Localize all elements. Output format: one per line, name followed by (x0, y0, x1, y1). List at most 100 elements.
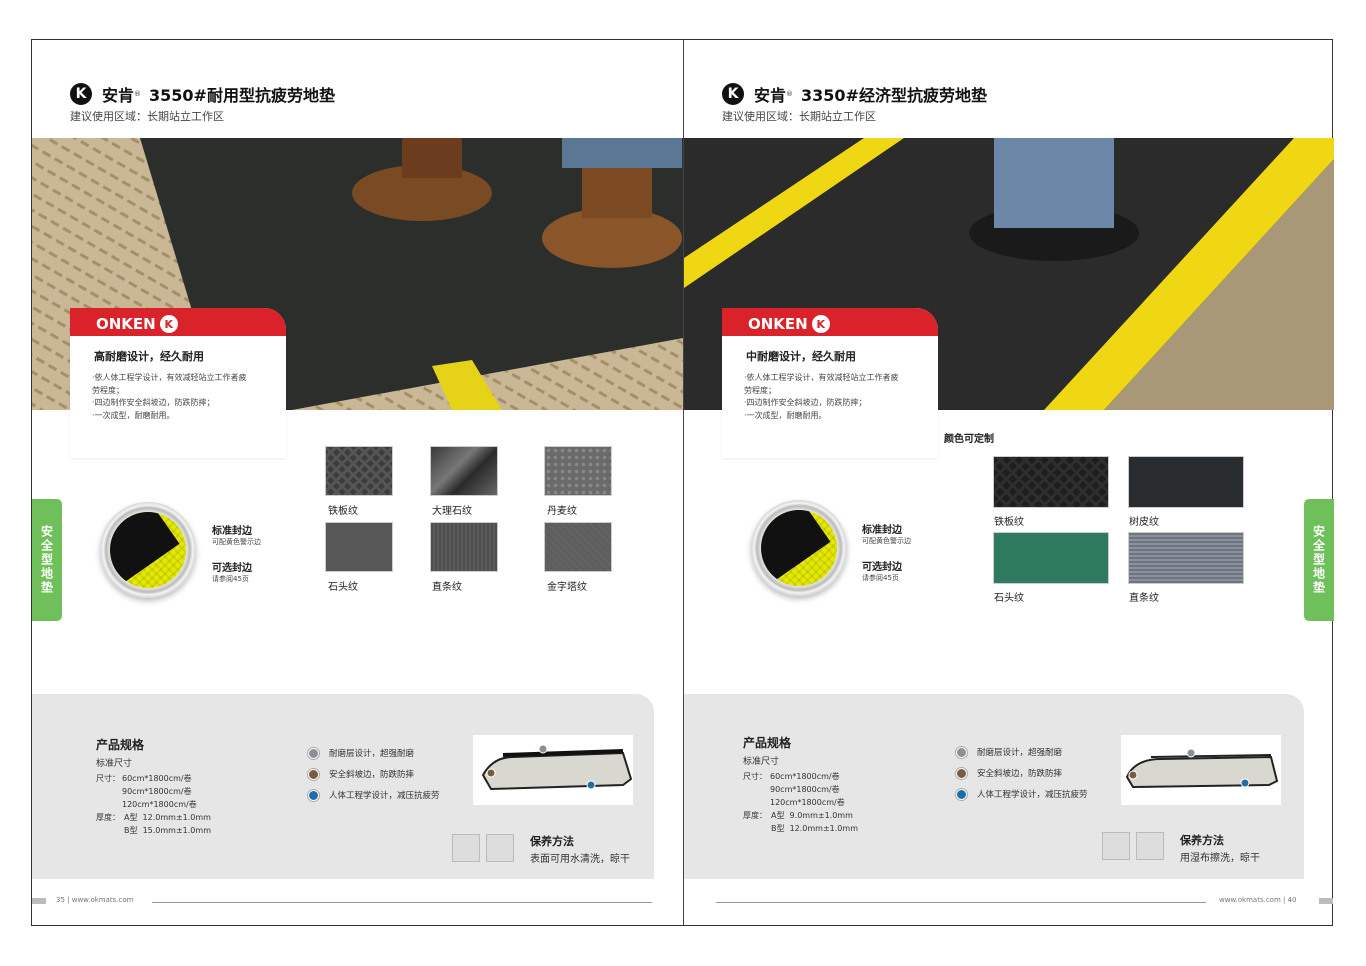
care-text: 用湿布擦洗，晾干 (1180, 853, 1260, 864)
spec-title: 产品规格 (743, 736, 792, 750)
standard-edge-note: 可配黄色警示边 (212, 538, 261, 546)
feature-text: 安全斜坡边，防跌防摔 (977, 769, 1063, 779)
registered-mark: ® (134, 90, 142, 98)
feature-dot-icon (956, 767, 967, 779)
card-description: ·依人体工程学设计，有效减轻站立工作者疲 劳程度； ·四边制作安全斜坡边，防跌防… (744, 372, 924, 422)
swatch-pyramid (544, 522, 612, 572)
onken-banner: ONKEN K (70, 308, 286, 336)
onken-k-icon: K (811, 315, 830, 333)
spec-title: 产品规格 (96, 738, 145, 752)
feature-dot-icon (956, 746, 967, 758)
feature-item: 人体工程学设计，减压抗疲劳 (308, 789, 440, 801)
swatch-stone (325, 522, 393, 572)
swatch-stone (993, 532, 1109, 584)
feature-text: 耐磨层设计，超强耐磨 (329, 749, 415, 759)
swatch-label: 石头纹 (328, 582, 358, 593)
care-dry-icon (1136, 832, 1164, 860)
optional-edge-label: 可选封边 (862, 562, 902, 573)
left-page: K 安肯 ® 3550#耐用型抗疲劳地垫 建议使用区域：长期站立工作区 ONKE… (32, 40, 683, 925)
feature-dot-icon (308, 747, 319, 759)
left-title-row: K 安肯 ® 3550#耐用型抗疲劳地垫 (70, 82, 335, 106)
cross-section-diagram (473, 735, 633, 805)
feature-item: 安全斜坡边，防跌防摔 (956, 767, 1062, 779)
left-brand: 安肯 (102, 86, 135, 105)
card-heading: 高耐磨设计，经久耐用 (94, 350, 204, 363)
standard-edge-label: 标准封边 (862, 525, 902, 536)
feature-item: 安全斜坡边，防跌防摔 (308, 768, 414, 780)
swatch-label: 直条纹 (432, 582, 462, 593)
size-value: 60cm*1800cm/卷 (770, 772, 840, 781)
swatch-label: 树皮纹 (1129, 517, 1159, 528)
swatch-label: 金字塔纹 (547, 582, 587, 593)
feature-text: 安全斜坡边，防跌防摔 (329, 770, 415, 780)
swatch-label: 大理石纹 (432, 506, 472, 517)
color-customizable-title: 颜色可定制 (944, 434, 994, 445)
feature-item: 耐磨层设计，超强耐磨 (308, 747, 414, 759)
size-value: 120cm*1800cm/卷 (122, 800, 197, 809)
swatch-label: 铁板纹 (994, 517, 1024, 528)
swatch-diamond-plate (325, 446, 393, 496)
size-value: 90cm*1800cm/卷 (122, 787, 192, 796)
feature-item: 耐磨层设计，超强耐磨 (956, 746, 1062, 758)
swatch-straight-rib (1128, 532, 1244, 584)
cross-section-diagram (1121, 735, 1281, 805)
right-page: K 安肯 ® 3350#经济型抗疲劳地垫 建议使用区域：长期站立工作区 ONKE… (683, 40, 1334, 925)
standard-edge-note: 可配黄色警示边 (862, 537, 911, 545)
k-logo-icon: K (70, 83, 92, 105)
size-value: 60cm*1800cm/卷 (122, 774, 192, 783)
thickness-label: 厚度： (96, 813, 120, 822)
swatch-label: 丹麦纹 (547, 506, 577, 517)
swatch-danish (544, 446, 612, 496)
care-title: 保养方法 (530, 835, 574, 848)
edge-sample-icon (751, 500, 847, 596)
left-info-card: ONKEN K 高耐磨设计，经久耐用 ·依人体工程学设计，有效减轻站立工作者疲 … (70, 308, 286, 458)
feature-dot-icon (308, 789, 319, 801)
registered-mark: ® (786, 90, 794, 98)
feature-dot-icon (956, 788, 967, 800)
right-subtitle: 建议使用区域：长期站立工作区 (722, 110, 876, 123)
thickness-label: 厚度： (743, 811, 767, 820)
thickness-value: A型 9.0mm±1.0mm (771, 811, 853, 820)
shoe-illustration (969, 138, 1139, 261)
card-line: ·一次成型，耐磨耐用。 (92, 410, 175, 420)
card-line: ·四边制作安全斜坡边，防跌防摔； (92, 398, 215, 407)
card-line: 劳程度； (744, 385, 776, 395)
care-text: 表面可用水清洗，晾干 (530, 854, 630, 865)
swatch-marble (430, 446, 498, 496)
left-footer: 35 | www.okmats.com (56, 896, 134, 904)
swatch-label: 石头纹 (994, 593, 1024, 604)
right-product-title: 3350#经济型抗疲劳地垫 (801, 86, 987, 105)
optional-edge-note: 请参阅45页 (212, 575, 249, 583)
card-line: 劳程度； (92, 385, 124, 395)
size-label: 尺寸： (96, 774, 120, 783)
thickness-value: A型 12.0mm±1.0mm (124, 813, 211, 822)
footer-line (152, 902, 652, 903)
right-title-row: K 安肯 ® 3350#经济型抗疲劳地垫 (722, 82, 987, 106)
footer-mark (1319, 898, 1333, 904)
side-tab-label: 安全型地垫 (32, 499, 62, 621)
footer-mark (32, 898, 46, 904)
k-logo-icon: K (722, 83, 744, 105)
spec-subtitle: 标准尺寸 (743, 757, 780, 767)
size-value: 90cm*1800cm/卷 (770, 785, 840, 794)
card-line: ·四边制作安全斜坡边，防跌防摔； (744, 398, 867, 407)
optional-edge-label: 可选封边 (212, 563, 252, 574)
card-heading: 中耐磨设计，经久耐用 (746, 350, 856, 363)
catalog-spread: K 安肯 ® 3550#耐用型抗疲劳地垫 建议使用区域：长期站立工作区 ONKE… (31, 39, 1334, 926)
right-brand: 安肯 (754, 86, 787, 105)
card-description: ·依人体工程学设计，有效减轻站立工作者疲 劳程度； ·四边制作安全斜坡边，防跌防… (92, 372, 272, 422)
side-tab-label: 安全型地垫 (1304, 499, 1334, 621)
feature-text: 人体工程学设计，减压抗疲劳 (977, 790, 1088, 800)
left-product-title: 3550#耐用型抗疲劳地垫 (149, 86, 335, 105)
care-wash-icon (452, 834, 480, 862)
card-line: ·一次成型，耐磨耐用。 (744, 410, 827, 420)
feature-dot-icon (308, 768, 319, 780)
spec-subtitle: 标准尺寸 (96, 759, 133, 769)
care-wash-icon (1102, 832, 1130, 860)
swatch-label: 直条纹 (1129, 593, 1159, 604)
feature-text: 耐磨层设计，超强耐磨 (977, 748, 1063, 758)
standard-edge-label: 标准封边 (212, 526, 252, 537)
feature-text: 人体工程学设计，减压抗疲劳 (329, 791, 440, 801)
thickness-value: B型 12.0mm±1.0mm (771, 824, 858, 833)
care-dry-icon (486, 834, 514, 862)
